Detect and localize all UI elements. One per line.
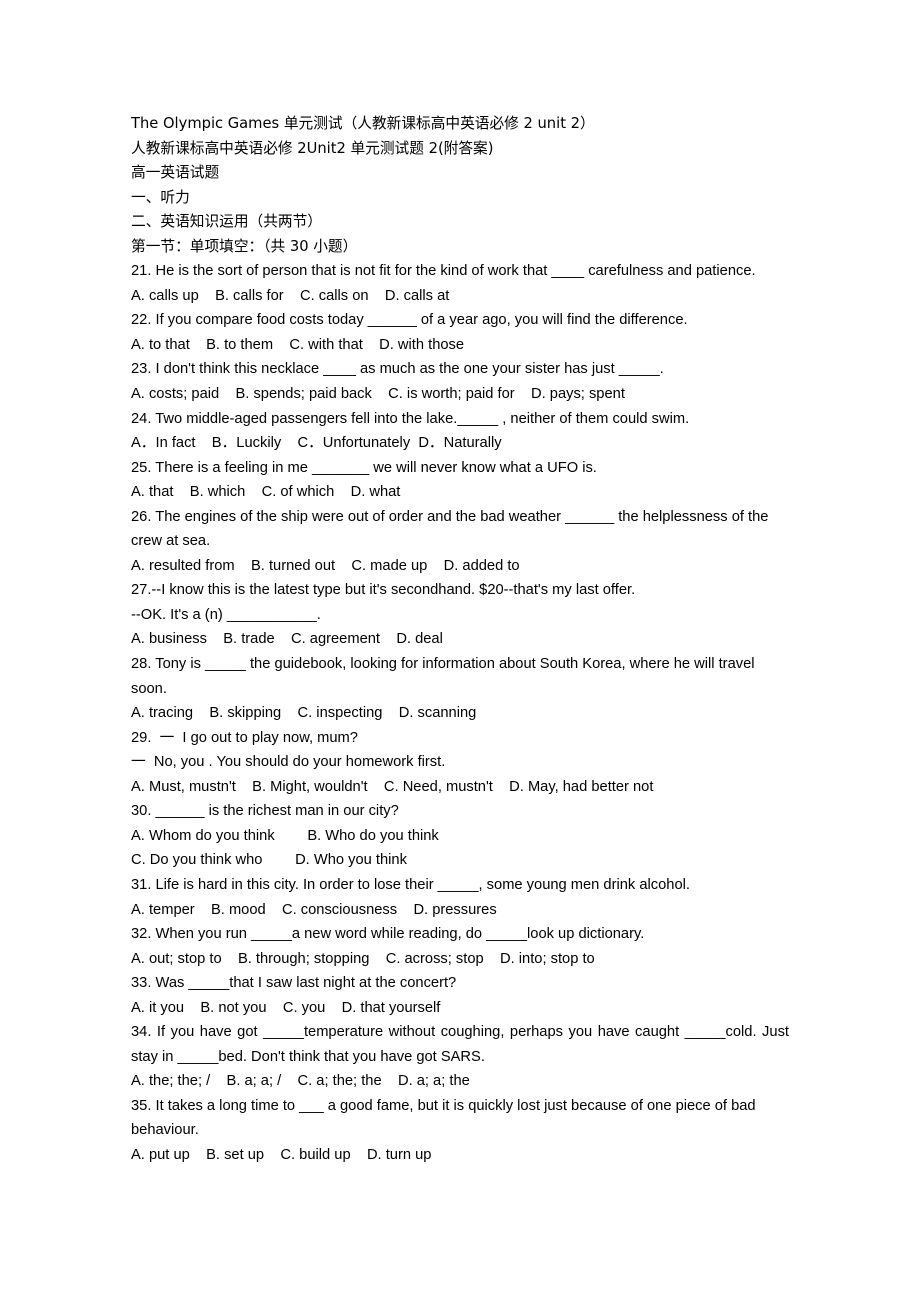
document-title: The Olympic Games 单元测试（人教新课标高中英语必修 2 uni… bbox=[131, 115, 595, 132]
question-stem: 29. 一 I go out to play now, mum? bbox=[131, 729, 358, 746]
question-options: A. put up B. set up C. build up D. turn … bbox=[131, 1146, 432, 1163]
question-options: A. costs; paid B. spends; paid back C. i… bbox=[131, 386, 625, 403]
question-options: A. Whom do you think B. Who do you think bbox=[131, 827, 439, 844]
question-options: A. the; the; / B. a; a; / C. a; the; the… bbox=[131, 1073, 470, 1090]
question-stem-continuation: --OK. It's a (n) ___________. bbox=[131, 606, 321, 623]
question-stem: 32. When you run _____a new word while r… bbox=[131, 926, 645, 943]
question-options: A. resulted from B. turned out C. made u… bbox=[131, 557, 520, 574]
question-stem: 35. It takes a long time to ___ a good f… bbox=[131, 1097, 760, 1139]
question-stem: 25. There is a feeling in me _______ we … bbox=[131, 459, 597, 476]
question-options: A. business B. trade C. agreement D. dea… bbox=[131, 631, 443, 648]
question-stem: 31. Life is hard in this city. In order … bbox=[131, 876, 690, 893]
question-stem-continuation: 一 No, you . You should do your homework … bbox=[131, 754, 446, 771]
question-options: A. temper B. mood C. consciousness D. pr… bbox=[131, 901, 497, 918]
question-options: A．In fact B．Luckily C．Unfortunately D．Na… bbox=[131, 435, 502, 452]
question-stem: 24. Two middle-aged passengers fell into… bbox=[131, 410, 690, 427]
question-options-second-row: C. Do you think who D. Who you think bbox=[131, 852, 407, 869]
question-stem: 28. Tony is _____ the guidebook, looking… bbox=[131, 656, 759, 697]
question-stem: 27.--I know this is the latest type but … bbox=[131, 582, 636, 599]
question-stem: 30. ______ is the richest man in our cit… bbox=[131, 803, 399, 820]
paper-label: 高一英语试题 bbox=[131, 164, 220, 182]
question-stem: 22. If you compare food costs today ____… bbox=[131, 312, 688, 329]
question-options: A. that B. which C. of which D. what bbox=[131, 484, 401, 501]
document-page: The Olympic Games 单元测试（人教新课标高中英语必修 2 uni… bbox=[0, 0, 920, 1302]
section-knowledge-use: 二、英语知识运用（共两节） bbox=[131, 213, 322, 231]
question-options: A. Must, mustn't B. Might, wouldn't C. N… bbox=[131, 778, 654, 795]
question-stem: 33. Was _____that I saw last night at th… bbox=[131, 975, 457, 992]
question-options: A. calls up B. calls for C. calls on D. … bbox=[131, 287, 450, 304]
section-listening: 一、听力 bbox=[131, 188, 190, 206]
question-stem: 21. He is the sort of person that is not… bbox=[131, 263, 756, 280]
document-subtitle: 人教新课标高中英语必修 2Unit2 单元测试题 2(附答案) bbox=[131, 139, 494, 157]
document-body: The Olympic Games 单元测试（人教新课标高中英语必修 2 uni… bbox=[131, 112, 789, 1168]
question-options: A. to that B. to them C. with that D. wi… bbox=[131, 336, 465, 353]
question-stem: 26. The engines of the ship were out of … bbox=[131, 508, 773, 550]
question-options: A. out; stop to B. through; stopping C. … bbox=[131, 950, 595, 967]
part-one-heading: 第一节：单项填空：（共 30 小题） bbox=[131, 237, 358, 255]
question-stem: 23. I don't think this necklace ____ as … bbox=[131, 361, 664, 378]
question-stem: 34. If you have got _____temperature wit… bbox=[131, 1024, 794, 1065]
question-options: A. it you B. not you C. you D. that your… bbox=[131, 999, 441, 1016]
question-options: A. tracing B. skipping C. inspecting D. … bbox=[131, 705, 477, 722]
